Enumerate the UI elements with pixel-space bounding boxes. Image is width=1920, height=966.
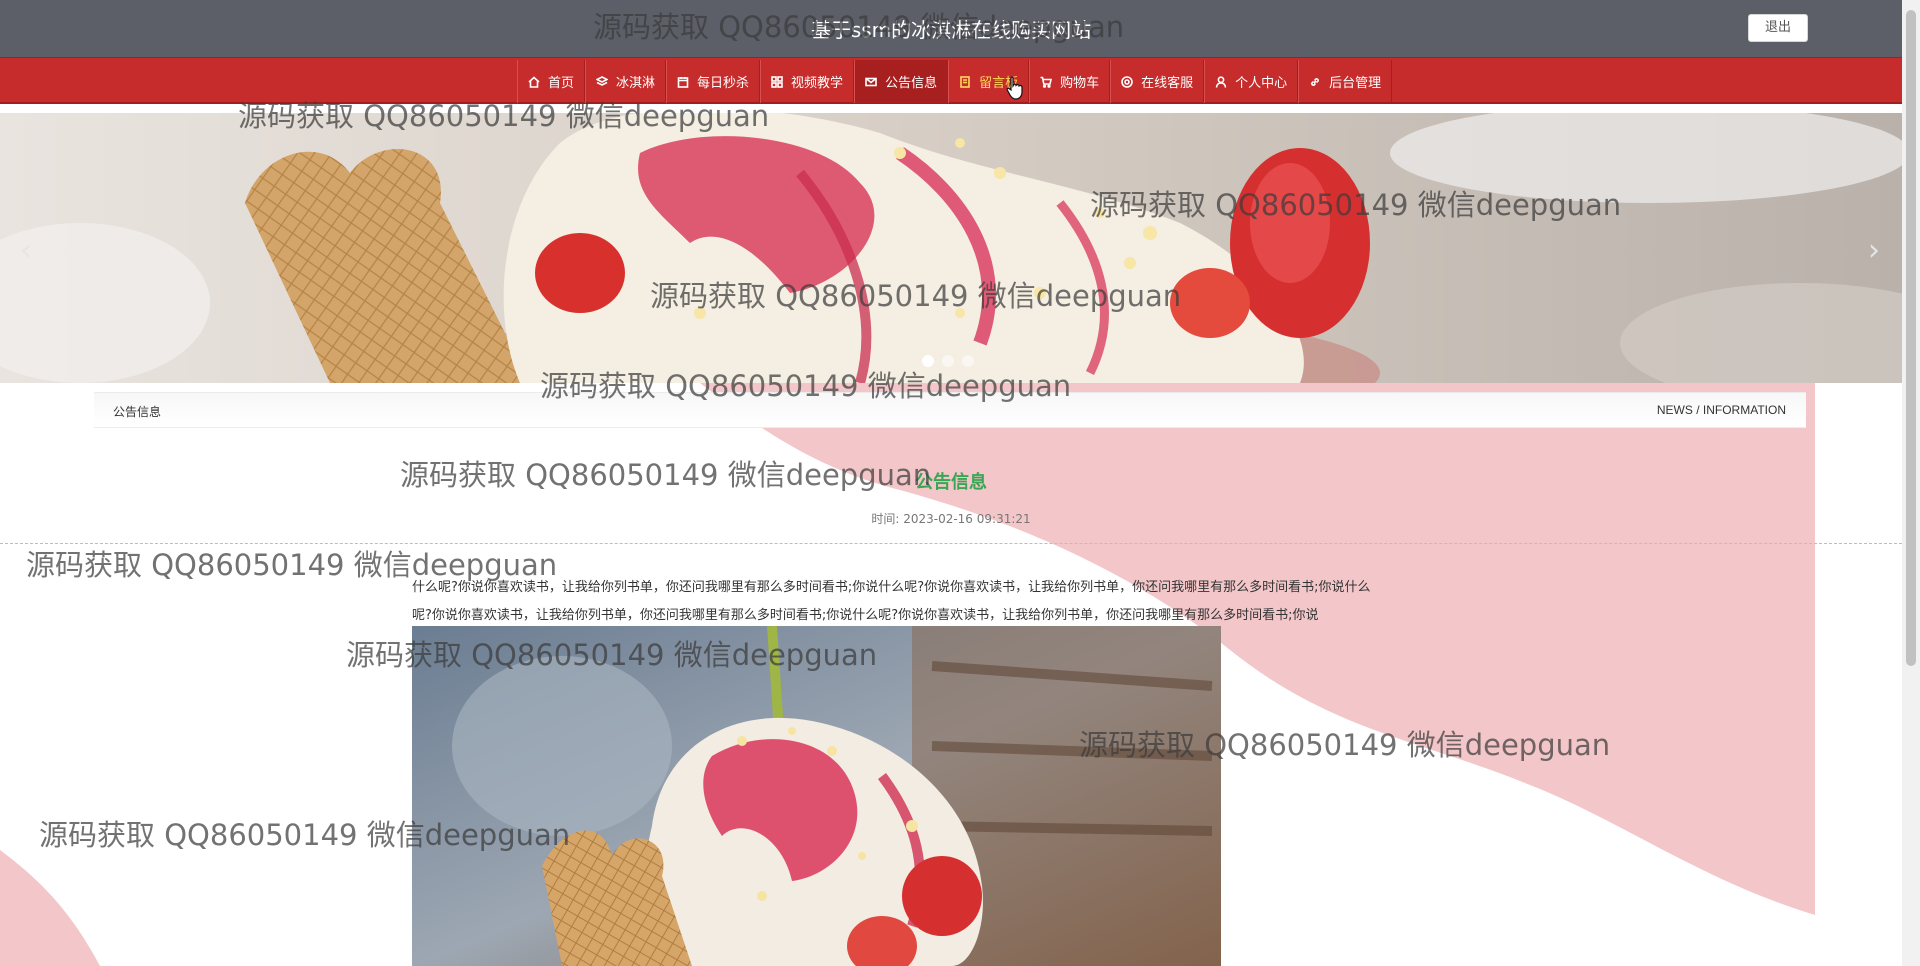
carousel-prev-button[interactable]: ‹ xyxy=(20,233,32,268)
nav-item-home[interactable]: 首页 xyxy=(517,60,586,103)
calendar-icon xyxy=(677,76,689,88)
nav-label: 冰淇淋 xyxy=(616,76,656,91)
breadcrumb: 公告信息 NEWS / INFORMATION xyxy=(94,392,1806,428)
icecream-photo xyxy=(412,626,1221,966)
layers-icon xyxy=(596,75,609,86)
nav-label: 购物车 xyxy=(1060,76,1100,91)
nav-item-flash-sale[interactable]: 每日秒杀 xyxy=(666,60,761,103)
breadcrumb-subtitle: NEWS / INFORMATION xyxy=(1656,403,1786,417)
banner-image xyxy=(0,113,1902,383)
nav-label: 每日秒杀 xyxy=(697,76,750,91)
nav-label: 个人中心 xyxy=(1235,76,1288,91)
banner-carousel[interactable]: ‹ › xyxy=(0,113,1902,383)
divider xyxy=(0,543,1902,544)
carousel-dot-3[interactable] xyxy=(962,355,974,367)
page-root: 基于ssm的冰淇淋在线购买网站 退出 首页 冰淇淋 每日秒杀 视频教学 公告信息… xyxy=(0,0,1920,966)
nav-item-admin[interactable]: 后台管理 xyxy=(1298,60,1393,103)
main-nav: 首页 冰淇淋 每日秒杀 视频教学 公告信息 留言板 购物车 在线客服 个人中心 … xyxy=(0,57,1902,104)
grid-icon xyxy=(771,75,783,88)
article-body-line: 什么呢?你说你喜欢读书，让我给你列书单，你还问我哪里有那么多时间看书;你说什么呢… xyxy=(412,580,1371,595)
breadcrumb-title: 公告信息 xyxy=(113,405,162,419)
carousel-dots xyxy=(922,355,974,367)
cursor-hand-icon xyxy=(1006,76,1023,100)
cart-icon xyxy=(1040,76,1053,88)
nav-item-notice[interactable]: 公告信息 xyxy=(854,60,949,103)
nav-items: 首页 冰淇淋 每日秒杀 视频教学 公告信息 留言板 购物车 在线客服 个人中心 … xyxy=(517,60,1393,103)
article-title: 公告信息 xyxy=(915,472,987,493)
nav-label: 在线客服 xyxy=(1141,76,1194,91)
nav-label: 首页 xyxy=(548,76,575,91)
time-label: 时间: xyxy=(871,512,900,526)
note-icon xyxy=(960,75,970,88)
article-body: 什么呢?你说你喜欢读书，让我给你列书单，你还问我哪里有那么多时间看书;你说什么呢… xyxy=(412,574,1478,630)
carousel-dot-2[interactable] xyxy=(942,355,954,367)
scrollbar-thumb[interactable] xyxy=(1906,10,1916,666)
nav-item-video[interactable]: 视频教学 xyxy=(760,60,855,103)
scrollbar[interactable] xyxy=(1902,0,1920,966)
nav-item-online-support[interactable]: 在线客服 xyxy=(1110,60,1205,103)
article-image xyxy=(412,626,1221,966)
logout-button[interactable]: 退出 xyxy=(1748,14,1808,42)
user-icon xyxy=(1215,75,1227,88)
time-value: 2023-02-16 09:31:21 xyxy=(903,512,1031,526)
carousel-dot-1[interactable] xyxy=(922,355,934,367)
site-title: 基于ssm的冰淇淋在线购买网站 xyxy=(810,18,1092,42)
carousel-next-button[interactable]: › xyxy=(1868,233,1880,268)
nav-item-profile[interactable]: 个人中心 xyxy=(1204,60,1299,103)
link-icon xyxy=(1311,77,1320,86)
nav-label: 后台管理 xyxy=(1329,76,1382,91)
nav-label: 公告信息 xyxy=(885,76,938,91)
nav-item-icecream[interactable]: 冰淇淋 xyxy=(585,60,667,103)
mail-icon xyxy=(865,77,877,86)
support-icon xyxy=(1121,75,1133,88)
article-time: 时间: 2023-02-16 09:31:21 xyxy=(0,510,1902,527)
nav-item-cart[interactable]: 购物车 xyxy=(1029,60,1111,103)
home-icon xyxy=(528,75,540,88)
nav-label: 视频教学 xyxy=(791,76,844,91)
top-header: 基于ssm的冰淇淋在线购买网站 退出 xyxy=(0,0,1902,57)
